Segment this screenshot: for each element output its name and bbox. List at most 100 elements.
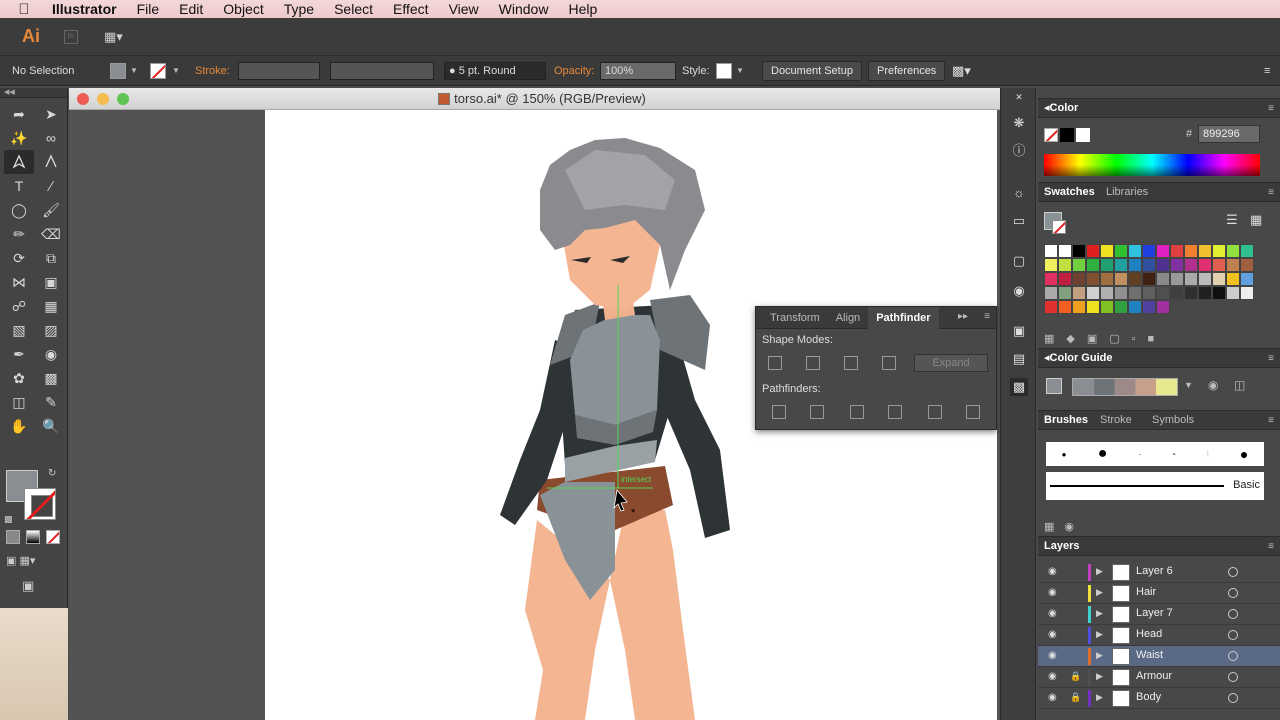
scale-tool-icon[interactable]: ⧉ <box>36 246 66 270</box>
tab-align[interactable]: Align <box>828 307 868 329</box>
swatch-chip[interactable] <box>1156 300 1170 314</box>
free-transform-tool-icon[interactable]: ▣ <box>36 270 66 294</box>
brush-3pt-round[interactable]: ● <box>1062 450 1067 459</box>
align-dock-icon[interactable]: ▤ <box>1010 350 1028 368</box>
tab-libraries[interactable]: Libraries <box>1106 183 1148 202</box>
swatch-chip[interactable] <box>1072 286 1086 300</box>
opacity-label[interactable]: Opacity: <box>554 62 594 80</box>
swatch-chip[interactable] <box>1240 272 1254 286</box>
swatch-chip[interactable] <box>1072 272 1086 286</box>
layer-name[interactable]: Body <box>1136 691 1161 703</box>
menu-view[interactable]: View <box>439 0 489 18</box>
swatch-chip[interactable] <box>1198 258 1212 272</box>
layer-row[interactable]: ◉ 🔒 ▶ Armour <box>1038 667 1280 688</box>
swatch-chip[interactable] <box>1086 300 1100 314</box>
tab-pathfinder[interactable]: Pathfinder <box>868 306 939 329</box>
color-guide-menu-icon[interactable]: ≡ <box>1268 353 1274 364</box>
target-circle-icon[interactable] <box>1228 651 1238 661</box>
pathfinder-dock-icon[interactable]: ▩ <box>1010 378 1028 396</box>
expand-layer-icon[interactable]: ▶ <box>1096 608 1103 619</box>
layer-name[interactable]: Armour <box>1136 670 1172 682</box>
swatch-chip[interactable] <box>1142 300 1156 314</box>
transform-dock-icon[interactable]: ▣ <box>1010 322 1028 340</box>
brush-10pt-round[interactable]: ● <box>1098 445 1108 463</box>
hex-color-field[interactable]: 899296 <box>1198 125 1260 143</box>
swatch-chip[interactable] <box>1044 244 1058 258</box>
swatch-chip[interactable] <box>1142 244 1156 258</box>
selection-tool-icon[interactable]: ➦ <box>4 102 34 126</box>
layer-name[interactable]: Layer 6 <box>1136 565 1173 577</box>
width-tool-icon[interactable]: ⋈ <box>4 270 34 294</box>
layer-name[interactable]: Hair <box>1136 586 1156 598</box>
brush-2pt-flat[interactable]: - <box>1173 449 1176 460</box>
expand-layer-icon[interactable]: ▶ <box>1096 650 1103 661</box>
style-dropdown-icon[interactable]: ▼ <box>736 62 744 80</box>
intersect-icon[interactable] <box>844 356 858 370</box>
visibility-eye-icon[interactable]: ◉ <box>1048 608 1057 619</box>
swap-fill-stroke-icon[interactable]: ↻ <box>48 468 56 479</box>
swatch-chip[interactable] <box>1184 258 1198 272</box>
exclude-icon[interactable] <box>882 356 896 370</box>
swatch-chip[interactable] <box>1128 300 1142 314</box>
arrange-documents-icon[interactable]: ▦▾ <box>104 29 130 45</box>
none-mode-icon[interactable] <box>46 530 60 544</box>
expand-layer-icon[interactable]: ▶ <box>1096 566 1103 577</box>
swatch-chip[interactable] <box>1128 244 1142 258</box>
close-window-button[interactable] <box>77 93 89 105</box>
visibility-eye-icon[interactable]: ◉ <box>1048 629 1057 640</box>
swatch-chip[interactable] <box>1212 272 1226 286</box>
menu-object[interactable]: Object <box>213 0 273 18</box>
lock-icon[interactable]: 🔒 <box>1070 671 1081 682</box>
swatch-chip[interactable] <box>1240 286 1254 300</box>
swatch-chip[interactable] <box>1100 258 1114 272</box>
swatch-chip[interactable] <box>1114 300 1128 314</box>
swatch-chip[interactable] <box>1128 286 1142 300</box>
layers-menu-icon[interactable]: ≡ <box>1268 541 1274 552</box>
swatch-chip[interactable] <box>1226 286 1240 300</box>
visibility-eye-icon[interactable]: ◉ <box>1048 671 1057 682</box>
swatch-chip[interactable] <box>1156 244 1170 258</box>
transparency-dock-icon[interactable]: ◉ <box>1010 282 1028 300</box>
swatch-chip[interactable] <box>1170 286 1184 300</box>
harmony-rules-strip[interactable] <box>1072 378 1178 396</box>
swatch-chip[interactable] <box>1226 244 1240 258</box>
swatch-chip[interactable] <box>1114 244 1128 258</box>
menu-app-illustrator[interactable]: Illustrator <box>48 0 127 18</box>
menu-edit[interactable]: Edit <box>169 0 213 18</box>
swatch-chip[interactable] <box>1184 244 1198 258</box>
rotate-tool-icon[interactable]: ⟳ <box>4 246 34 270</box>
screen-mode-icon[interactable]: ▣ <box>22 578 34 594</box>
minus-back-icon[interactable] <box>966 405 980 419</box>
layer-name[interactable]: Layer 7 <box>1136 607 1173 619</box>
swatch-chip[interactable] <box>1198 244 1212 258</box>
swatch-chip[interactable] <box>1156 258 1170 272</box>
swatch-chip[interactable] <box>1086 272 1100 286</box>
swatch-chip[interactable] <box>1058 286 1072 300</box>
swatch-chip[interactable] <box>1086 258 1100 272</box>
eyedropper-tool-icon[interactable]: ✒ <box>4 342 34 366</box>
swatch-chip[interactable] <box>1058 272 1072 286</box>
layer-row[interactable]: ◉ ▶ Head <box>1038 625 1280 646</box>
swatch-chip[interactable] <box>1184 286 1198 300</box>
swatches-menu-icon[interactable]: ≡ <box>1268 187 1274 198</box>
brush-1pt-oval[interactable]: · <box>1139 450 1142 459</box>
tools-panel-header[interactable]: ◀◀ <box>0 88 67 98</box>
layer-name[interactable]: Head <box>1136 628 1162 640</box>
collapse-panel-icon[interactable]: ▸▸ <box>958 311 968 322</box>
layer-row[interactable]: ◉ ▶ Hair <box>1038 583 1280 604</box>
swatch-chip[interactable] <box>1114 286 1128 300</box>
save-color-group-icon[interactable]: ◫ <box>1234 378 1245 392</box>
swatch-chip[interactable] <box>1212 258 1226 272</box>
edit-colors-icon[interactable]: ◉ <box>1208 378 1218 392</box>
default-fill-stroke-icon[interactable]: ▩ <box>4 514 13 525</box>
info-dock-icon[interactable]: ⓘ <box>1010 142 1028 160</box>
swatch-chip[interactable] <box>1072 300 1086 314</box>
zoom-window-button[interactable] <box>117 93 129 105</box>
swatch-chip[interactable] <box>1170 244 1184 258</box>
brush-0pt-line[interactable]: | <box>1207 451 1209 457</box>
gradient-tool-icon[interactable]: ▨ <box>36 318 66 342</box>
apple-icon[interactable]:  <box>0 1 48 18</box>
thumbnail-view-icon[interactable]: ▦ <box>1250 212 1262 228</box>
swatch-chip[interactable] <box>1044 300 1058 314</box>
tab-brushes[interactable]: Brushes <box>1044 411 1088 430</box>
